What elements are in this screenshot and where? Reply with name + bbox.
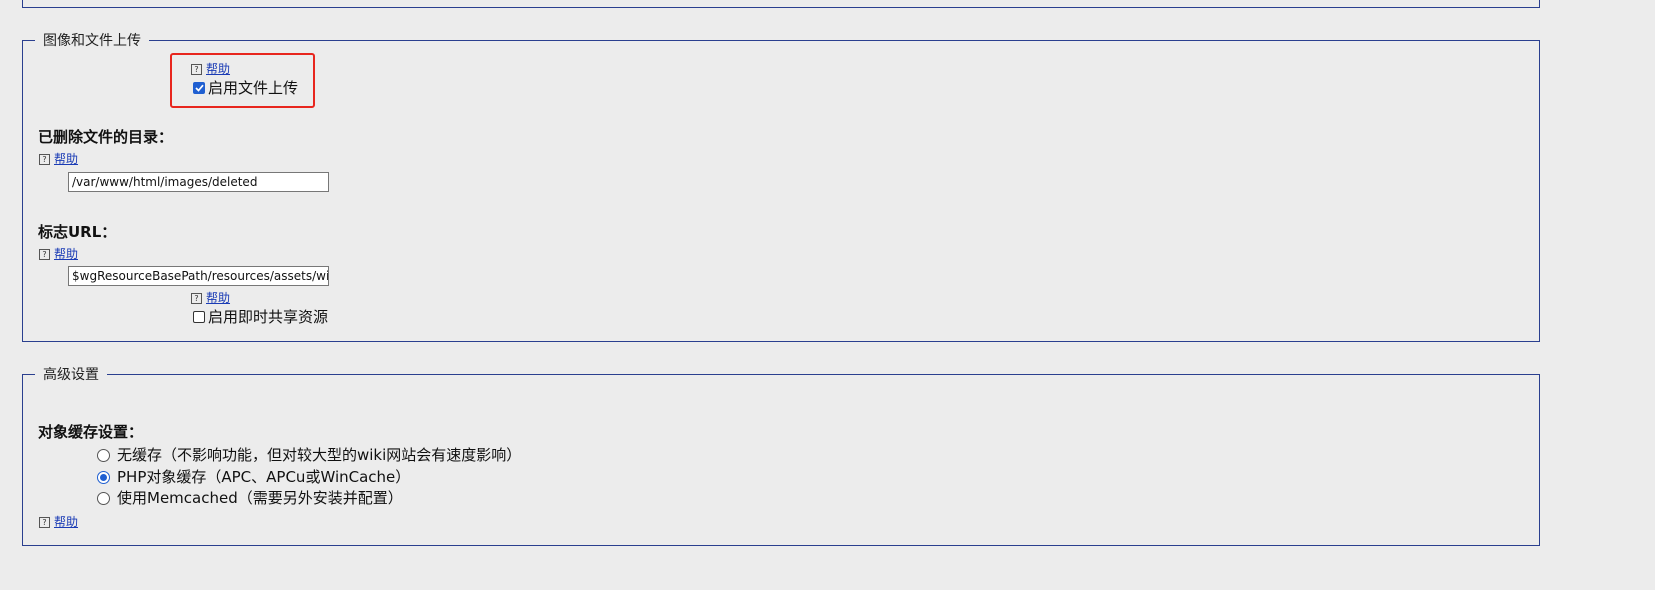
logo-url-help: ? 帮助 [39, 246, 78, 262]
instant-commons-help-link[interactable]: 帮助 [206, 290, 230, 306]
cache-help-link[interactable]: 帮助 [54, 514, 78, 530]
cache-none-radio[interactable] [97, 449, 110, 462]
deleted-dir-label: 已删除文件的目录： [38, 128, 174, 146]
instant-commons-checkbox[interactable] [193, 311, 205, 323]
deleted-dir-help: ? 帮助 [39, 151, 78, 167]
logo-url-label: 标志URL： [38, 223, 117, 241]
cache-php-radio[interactable] [97, 471, 110, 484]
instant-commons-row: 启用即时共享资源 [193, 307, 328, 327]
cache-memcached-label: 使用Memcached（需要另外安装并配置） [117, 489, 403, 507]
deleted-dir-input[interactable]: /var/www/html/images/deleted [68, 172, 329, 192]
cache-none-label: 无缓存（不影响功能，但对较大型的wiki网站会有速度影响） [117, 446, 522, 464]
logo-url-help-link[interactable]: 帮助 [54, 246, 78, 262]
highlight-box [170, 53, 315, 108]
advanced-section-legend: 高级设置 [35, 366, 107, 384]
cache-option-none: 无缓存（不影响功能，但对较大型的wiki网站会有速度影响） [97, 445, 521, 466]
instant-commons-label: 启用即时共享资源 [208, 308, 329, 326]
logo-url-input[interactable]: $wgResourceBasePath/resources/assets/wik [68, 266, 329, 286]
help-icon: ? [39, 153, 50, 165]
cache-help: ? 帮助 [39, 514, 78, 530]
upload-section-legend: 图像和文件上传 [35, 32, 149, 50]
previous-section-fieldset [22, 0, 1540, 8]
help-icon: ? [39, 248, 50, 260]
cache-memcached-radio[interactable] [97, 492, 110, 505]
cache-option-php: PHP对象缓存（APC、APCu或WinCache） [97, 467, 410, 488]
help-icon: ? [39, 516, 50, 528]
instant-commons-help: ? 帮助 [191, 290, 230, 306]
deleted-dir-help-link[interactable]: 帮助 [54, 151, 78, 167]
cache-php-label: PHP对象缓存（APC、APCu或WinCache） [117, 468, 411, 486]
cache-settings-label: 对象缓存设置： [38, 423, 144, 441]
cache-option-memcached: 使用Memcached（需要另外安装并配置） [97, 488, 403, 509]
help-icon: ? [191, 292, 202, 304]
